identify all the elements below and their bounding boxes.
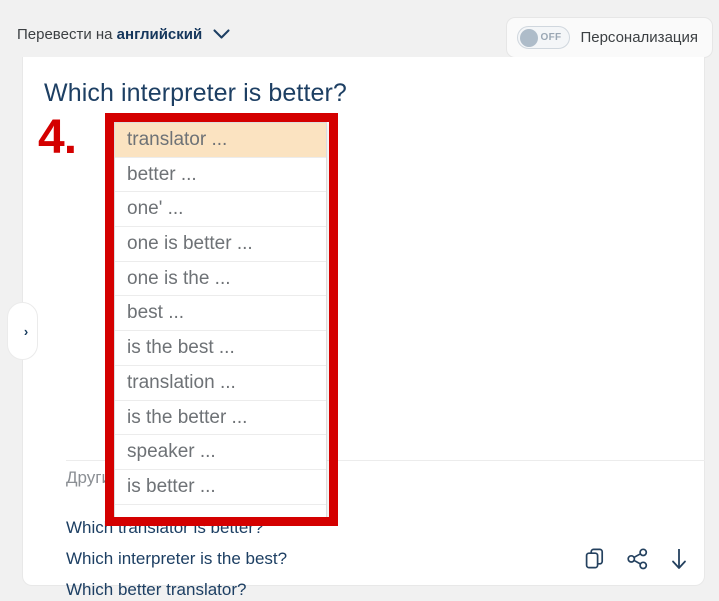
app-root: Перевести на английский OFF Персонализац… (0, 0, 719, 601)
copy-icon[interactable] (585, 548, 606, 570)
question-text: Which interpreter is better? (44, 79, 347, 107)
personalization-toggle[interactable]: OFF (517, 26, 571, 49)
dropdown-option[interactable]: one is the ... (115, 261, 326, 297)
translate-language-label: английский (116, 26, 203, 43)
toggle-state-label: OFF (540, 32, 562, 43)
dropdown-option[interactable]: is the best ... (115, 331, 326, 366)
dropdown-option[interactable]: better ... (115, 157, 326, 193)
translate-prefix-label: Перевести на (17, 26, 117, 43)
alternative-translations-list: Which translator is better? Which interp… (66, 512, 287, 601)
list-item[interactable]: Which better translator? (66, 574, 287, 601)
personalization-label: Персонализация (580, 29, 698, 46)
chevron-down-icon (213, 27, 230, 44)
personalization-control[interactable]: OFF Персонализация (506, 17, 713, 58)
dropdown-option[interactable]: is the better ... (115, 400, 326, 436)
dropdown-option[interactable]: translator ... (115, 123, 326, 158)
download-icon[interactable] (670, 547, 688, 571)
autocomplete-dropdown[interactable]: translator ... better ... one' ... one i… (114, 122, 327, 518)
dropdown-option[interactable]: best ... (115, 296, 326, 332)
dropdown-option[interactable]: speaker ... (115, 435, 326, 470)
share-icon[interactable] (627, 548, 649, 570)
dropdown-option[interactable]: translation ... (115, 365, 326, 401)
dropdown-option[interactable]: one' ... (115, 192, 326, 228)
dropdown-option[interactable]: one is better ... (115, 227, 326, 262)
annotation-step-number: 4. (38, 111, 77, 164)
dropdown-option[interactable]: is better ... (115, 469, 326, 505)
top-bar: Перевести на английский OFF Персонализац… (0, 0, 719, 58)
chevron-right-icon: › (23, 323, 29, 339)
list-item[interactable]: Which interpreter is the best? (66, 543, 287, 574)
card-content: Which interpreter is better? (44, 79, 686, 108)
action-icon-bar (585, 547, 688, 571)
translate-language-selector[interactable]: Перевести на английский (17, 26, 230, 44)
toggle-knob (520, 28, 539, 47)
others-heading: Другие (66, 468, 121, 487)
sidebar-expand-handle[interactable]: › (7, 302, 38, 360)
